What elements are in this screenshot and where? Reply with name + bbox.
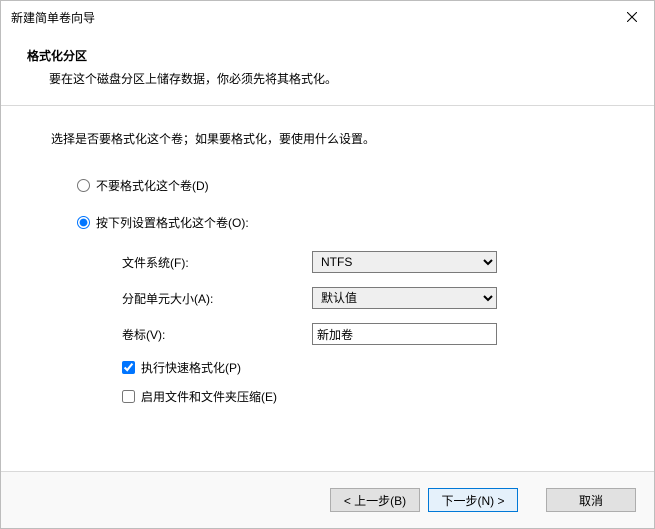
back-button[interactable]: < 上一步(B) bbox=[330, 488, 420, 512]
radio-no-format-label: 不要格式化这个卷(D) bbox=[96, 177, 209, 194]
compression-label: 启用文件和文件夹压缩(E) bbox=[141, 388, 277, 405]
titlebar: 新建简单卷向导 bbox=[1, 1, 654, 33]
close-button[interactable] bbox=[610, 1, 654, 33]
allocation-row: 分配单元大小(A): 默认值 bbox=[122, 287, 604, 309]
compression-checkbox[interactable] bbox=[122, 390, 135, 403]
format-radio-group: 不要格式化这个卷(D) 按下列设置格式化这个卷(O): 文件系统(F): NTF… bbox=[77, 177, 604, 405]
volume-label-row: 卷标(V): bbox=[122, 323, 604, 345]
next-button[interactable]: 下一步(N) > bbox=[428, 488, 518, 512]
wizard-window: 新建简单卷向导 格式化分区 要在这个磁盘分区上储存数据，你必须先将其格式化。 选… bbox=[0, 0, 655, 529]
filesystem-row: 文件系统(F): NTFS bbox=[122, 251, 604, 273]
instruction-text: 选择是否要格式化这个卷；如果要格式化，要使用什么设置。 bbox=[51, 130, 604, 147]
filesystem-label: 文件系统(F): bbox=[122, 254, 312, 271]
radio-format-input[interactable] bbox=[77, 216, 90, 229]
format-fields: 文件系统(F): NTFS 分配单元大小(A): 默认值 bbox=[122, 251, 604, 405]
radio-format[interactable]: 按下列设置格式化这个卷(O): bbox=[77, 214, 604, 231]
wizard-content: 选择是否要格式化这个卷；如果要格式化，要使用什么设置。 不要格式化这个卷(D) … bbox=[1, 106, 654, 471]
window-title: 新建简单卷向导 bbox=[11, 9, 95, 26]
page-title: 格式化分区 bbox=[27, 47, 628, 64]
radio-no-format-input[interactable] bbox=[77, 179, 90, 192]
radio-format-label: 按下列设置格式化这个卷(O): bbox=[96, 214, 249, 231]
quick-format-row[interactable]: 执行快速格式化(P) bbox=[122, 359, 604, 376]
allocation-select[interactable]: 默认值 bbox=[312, 287, 497, 309]
allocation-label: 分配单元大小(A): bbox=[122, 290, 312, 307]
filesystem-select[interactable]: NTFS bbox=[312, 251, 497, 273]
volume-label-input[interactable] bbox=[312, 323, 497, 345]
close-icon bbox=[627, 9, 637, 25]
wizard-footer: < 上一步(B) 下一步(N) > 取消 bbox=[1, 471, 654, 528]
volume-label-label: 卷标(V): bbox=[122, 326, 312, 343]
cancel-button[interactable]: 取消 bbox=[546, 488, 636, 512]
radio-no-format[interactable]: 不要格式化这个卷(D) bbox=[77, 177, 604, 194]
wizard-header: 格式化分区 要在这个磁盘分区上储存数据，你必须先将其格式化。 bbox=[1, 33, 654, 97]
quick-format-checkbox[interactable] bbox=[122, 361, 135, 374]
compression-row[interactable]: 启用文件和文件夹压缩(E) bbox=[122, 388, 604, 405]
quick-format-label: 执行快速格式化(P) bbox=[141, 359, 241, 376]
page-description: 要在这个磁盘分区上储存数据，你必须先将其格式化。 bbox=[27, 64, 628, 87]
